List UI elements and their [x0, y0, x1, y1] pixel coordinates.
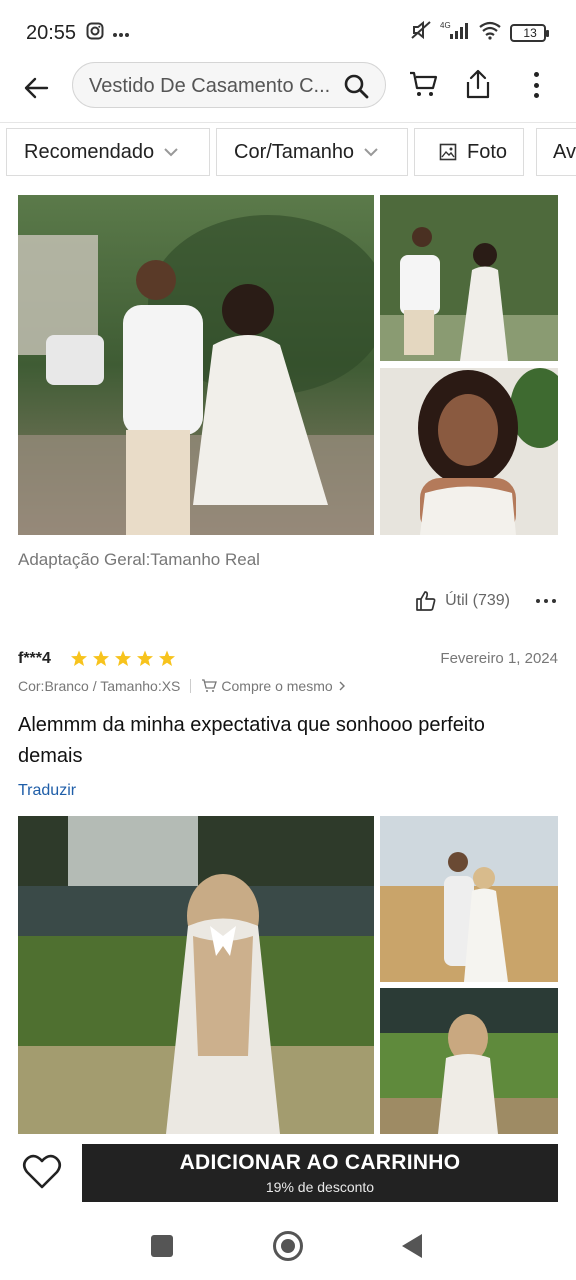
battery-icon: 13	[510, 23, 549, 42]
back-arrow-icon	[24, 77, 49, 99]
system-nav-bar	[0, 1214, 576, 1280]
cart-small-icon	[202, 679, 218, 692]
heart-icon	[22, 1154, 62, 1189]
bottom-action-bar: ADICIONAR AO CARRINHO 19% de desconto	[0, 1134, 576, 1214]
svg-text:4G: 4G	[440, 21, 451, 30]
helpful-count[interactable]: Útil (739)	[445, 592, 510, 610]
search-input[interactable]: Vestido De Casamento C...	[72, 62, 386, 108]
header: Vestido De Casamento C...	[0, 62, 576, 118]
variant-info: Cor:Branco / Tamanho:XS	[18, 678, 181, 694]
signal-icon: 4G	[440, 20, 470, 45]
add-to-cart-button[interactable]: ADICIONAR AO CARRINHO 19% de desconto	[82, 1144, 558, 1202]
review-photo-2[interactable]	[380, 195, 558, 361]
chevron-down-icon	[164, 147, 178, 156]
cart-button[interactable]	[408, 70, 438, 103]
review-header: f***4 Fevereiro 1, 2024	[18, 650, 558, 670]
filter-color-size[interactable]: Cor/Tamanho	[216, 128, 408, 176]
back-nav-button[interactable]	[402, 1234, 422, 1258]
fit-caption: Adaptação Geral:Tamanho Real	[18, 550, 260, 569]
buy-same-link[interactable]: Compre o mesmo	[221, 678, 332, 694]
back-button[interactable]	[18, 70, 54, 106]
chevron-right-icon	[339, 681, 345, 691]
cart-icon	[410, 71, 438, 96]
battery-level: 13	[523, 25, 537, 40]
chevron-down-icon	[364, 147, 378, 156]
filter-recommended[interactable]: Recomendado	[6, 128, 210, 176]
review2-photo-main[interactable]	[18, 816, 374, 1134]
review-text: Alemmm da minha expectativa que sonhooo …	[18, 714, 485, 767]
more-notifications-icon	[112, 25, 130, 43]
wishlist-button[interactable]	[22, 1154, 62, 1195]
header-divider	[0, 122, 576, 123]
recent-apps-button[interactable]	[151, 1235, 173, 1257]
helpful-row: Útil (739)	[415, 590, 556, 612]
filter-label: Foto	[467, 140, 508, 163]
status-time: 20:55	[26, 22, 77, 44]
filter-label: Recomendado	[24, 140, 155, 163]
more-vertical-icon[interactable]	[522, 68, 550, 102]
filter-photo[interactable]: Foto	[414, 128, 524, 176]
review-photo-3[interactable]	[380, 368, 558, 535]
image-icon	[439, 143, 457, 161]
star-icon	[137, 650, 153, 666]
more-options-icon[interactable]	[536, 599, 556, 603]
share-button[interactable]	[464, 68, 492, 105]
star-icon	[71, 650, 87, 666]
review-meta: Cor:Branco / Tamanho:XS Compre o mesmo	[18, 678, 346, 694]
search-text: Vestido De Casamento C...	[89, 75, 331, 97]
status-bar: 20:55 4G 13	[0, 0, 576, 62]
filter-label: Cor/Tamanho	[234, 140, 355, 163]
star-icon	[93, 650, 109, 666]
filter-label: Av	[553, 140, 576, 163]
mute-icon	[410, 20, 432, 45]
review-date: Fevereiro 1, 2024	[440, 650, 558, 667]
wifi-icon	[478, 20, 502, 45]
translate-link[interactable]: Traduzir	[18, 782, 76, 800]
review-photo-main[interactable]	[18, 195, 374, 535]
filter-rating[interactable]: Av	[536, 128, 576, 176]
review2-photo-3[interactable]	[380, 988, 558, 1134]
review2-photo-2[interactable]	[380, 816, 558, 982]
star-icon	[159, 650, 175, 666]
discount-label: 19% de desconto	[265, 1179, 375, 1195]
add-to-cart-label: ADICIONAR AO CARRINHO	[179, 1151, 461, 1174]
home-button[interactable]	[273, 1231, 303, 1261]
rating-stars	[70, 650, 176, 667]
search-icon[interactable]	[343, 73, 369, 104]
star-icon	[115, 650, 131, 666]
share-icon	[466, 69, 490, 99]
instagram-icon	[86, 22, 104, 45]
thumbs-up-icon[interactable]	[415, 590, 437, 612]
reviewer-name: f***4	[18, 650, 51, 667]
